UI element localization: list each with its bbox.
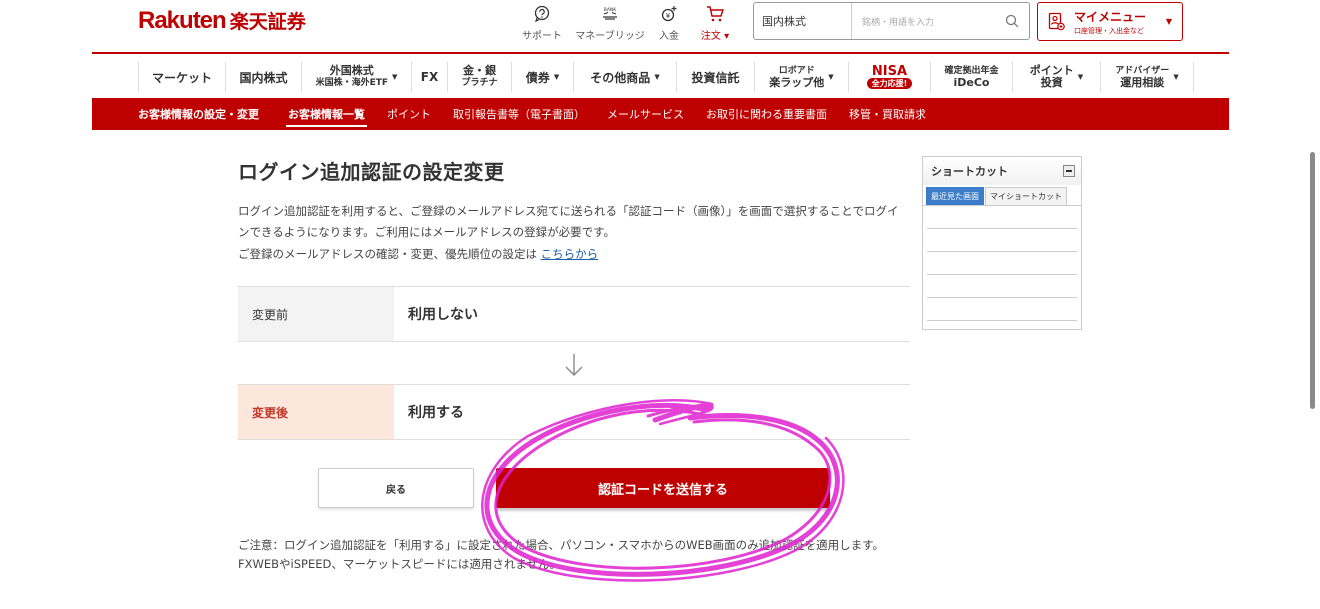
- logo-text-jp: 楽天証券: [229, 11, 306, 33]
- subnav-item-points[interactable]: ポイント: [387, 98, 431, 130]
- account-icon: [1048, 12, 1065, 30]
- nav-fx-label: FX: [420, 70, 439, 84]
- subnav-item-transfer[interactable]: 移管・買取請求: [849, 98, 926, 130]
- caret-down-icon: ▼: [1077, 73, 1084, 81]
- nav-nisa-title: NISA: [871, 64, 908, 79]
- arrow-down-icon: [565, 354, 583, 376]
- bank-icon: BANK: [603, 7, 618, 20]
- nav-foreign-line1: 外国株式: [329, 64, 374, 77]
- minimize-icon[interactable]: [1063, 165, 1075, 177]
- support-label: サポート: [522, 31, 562, 42]
- before-value: 利用しない: [408, 307, 478, 323]
- before-label: 変更前: [238, 287, 394, 341]
- nav-ideco[interactable]: 確定拠出年金 iDeCo: [930, 62, 1012, 92]
- shortcut-panel: ショートカット 最近見た画面 マイショートカット: [922, 156, 1082, 330]
- nav-nisa[interactable]: NISA 全力応援!: [848, 62, 930, 92]
- nav-advisor[interactable]: アドバイザー 運用相談 ▼: [1100, 62, 1194, 92]
- list-item[interactable]: [927, 298, 1077, 321]
- nav-bonds[interactable]: 債券 ▼: [511, 62, 573, 92]
- nav-foreign-line2: 米国株・海外ETF: [315, 78, 389, 88]
- bank-icon-text: BANK: [604, 7, 618, 13]
- order-link[interactable]: 注文 ▾: [680, 5, 750, 42]
- shortcut-title: ショートカット: [931, 165, 1008, 178]
- rakuten-logo[interactable]: Rakuten 楽天証券: [138, 7, 306, 37]
- site-header: Rakuten 楽天証券 サポート BANK マネーブリッジ ¥ 入金 注文 ▾…: [92, 0, 1229, 54]
- caret-down-icon: ▼: [553, 73, 560, 81]
- after-row: 変更後 利用する: [238, 384, 910, 440]
- caret-down-icon: ▼: [1165, 17, 1172, 26]
- page-title: ログイン追加認証の設定変更: [238, 160, 505, 184]
- caret-down-icon: ▼: [654, 73, 660, 81]
- support-icon: [534, 5, 550, 23]
- search-icon: [1005, 14, 1019, 28]
- nav-gold[interactable]: 金・銀 プラチナ: [447, 62, 511, 92]
- my-menu-subtitle: 口座管理・入出金など: [1074, 26, 1144, 35]
- shortcut-list: [923, 206, 1081, 321]
- after-value: 利用する: [408, 405, 464, 421]
- caret-down-icon: ▼: [1173, 73, 1179, 81]
- after-label: 変更後: [238, 385, 394, 439]
- subnav-item-trade-reports[interactable]: 取引報告書等（電子書面）: [453, 98, 585, 130]
- description-text: ログイン追加認証を利用すると、ご登録のメールアドレス宛てに送られる「認証コード（…: [238, 204, 899, 239]
- shortcut-tabs: 最近見た画面 マイショートカット: [923, 187, 1081, 206]
- nav-points-investment[interactable]: ポイント 投資 ▼: [1012, 62, 1100, 92]
- list-item[interactable]: [927, 275, 1077, 298]
- logo-text-en: Rakuten: [138, 7, 227, 34]
- list-item[interactable]: [927, 206, 1077, 229]
- support-link[interactable]: サポート: [507, 5, 577, 42]
- subnav-section-title: お客様情報の設定・変更: [138, 108, 259, 121]
- email-settings-link[interactable]: こちらから: [541, 247, 599, 261]
- nav-domestic-label: 国内株式: [239, 70, 288, 85]
- nav-bonds-label: 債券: [525, 70, 550, 85]
- before-row: 変更前 利用しない: [238, 286, 910, 342]
- nav-ideco-line2: iDeCo: [953, 76, 990, 89]
- nav-other-label: その他商品: [590, 70, 651, 85]
- my-menu-title: マイメニュー: [1074, 9, 1147, 24]
- back-button[interactable]: 戻る: [318, 468, 474, 508]
- nav-nisa-badge: 全力応援!: [866, 78, 913, 89]
- order-label: 注文 ▾: [700, 31, 730, 42]
- nav-domestic-stocks[interactable]: 国内株式: [225, 62, 301, 92]
- cart-icon: [707, 6, 724, 22]
- subnav-item-account-info[interactable]: お客様情報一覧: [286, 98, 367, 130]
- caret-down-icon: ▼: [392, 73, 398, 81]
- list-item[interactable]: [927, 252, 1077, 275]
- nav-robo-line2: 楽ラップ他: [769, 76, 825, 89]
- nav-market-label: マーケット: [151, 70, 212, 85]
- global-nav: マーケット 国内株式 外国株式 米国株・海外ETF ▼ FX 金・銀 プラチナ 債券…: [138, 57, 1194, 97]
- send-code-button[interactable]: 認証コードを送信する: [496, 468, 830, 508]
- subnav-item-important-docs[interactable]: お取引に関わる重要書面: [706, 98, 827, 130]
- nav-fx[interactable]: FX: [411, 62, 447, 92]
- deposit-label: 入金: [659, 31, 679, 42]
- nav-funds-label: 投資信託: [691, 70, 740, 85]
- caution-note: ご注意：ログイン追加認証を「利用する」に設定された場合、パソコン・スマホからのW…: [238, 538, 885, 571]
- nav-gold-line1: 金・銀: [462, 64, 496, 77]
- search-button[interactable]: [995, 3, 1029, 39]
- tab-my-shortcuts[interactable]: マイショートカット: [985, 187, 1067, 205]
- subnav-item-mail-service[interactable]: メールサービス: [607, 98, 684, 130]
- search-box: 国内株式 銘柄・用語を入力: [753, 2, 1030, 40]
- svg-text:¥: ¥: [666, 12, 671, 20]
- main-content: ログイン追加認証の設定変更 ログイン追加認証を利用すると、ご登録のメールアドレス…: [238, 150, 910, 571]
- nav-foreign-stocks[interactable]: 外国株式 米国株・海外ETF ▼: [301, 62, 411, 92]
- nav-other-products[interactable]: その他商品 ▼: [573, 62, 676, 92]
- search-input[interactable]: 銘柄・用語を入力: [852, 3, 995, 39]
- nav-robo-advisor[interactable]: ロボアド 楽ラップ他 ▼: [754, 62, 848, 92]
- tab-recent-screens[interactable]: 最近見た画面: [926, 187, 984, 205]
- nav-investment-trusts[interactable]: 投資信託: [676, 62, 754, 92]
- nav-gold-line2: プラチナ: [461, 78, 498, 88]
- nav-market[interactable]: マーケット: [138, 62, 225, 92]
- deposit-icon: ¥: [661, 6, 677, 22]
- search-category-select[interactable]: 国内株式: [754, 3, 852, 39]
- nav-advisor-line2: 運用相談: [1120, 76, 1165, 89]
- shortcut-header: ショートカット: [923, 157, 1081, 185]
- email-settings-text: ご登録のメールアドレスの確認・変更、優先順位の設定は こちらから: [238, 246, 910, 262]
- my-menu-button[interactable]: マイメニュー 口座管理・入出金など ▼: [1037, 2, 1183, 41]
- account-settings-subnav: お客様情報の設定・変更 お客様情報一覧 ポイント 取引報告書等（電子書面） メー…: [92, 98, 1229, 130]
- list-item[interactable]: [927, 229, 1077, 252]
- caret-down-icon: ▼: [828, 73, 834, 81]
- nav-points-line2: 投資: [1040, 76, 1063, 89]
- page-scrollbar[interactable]: [1310, 152, 1315, 409]
- email-settings-prefix: ご登録のメールアドレスの確認・変更、優先順位の設定は: [238, 247, 537, 261]
